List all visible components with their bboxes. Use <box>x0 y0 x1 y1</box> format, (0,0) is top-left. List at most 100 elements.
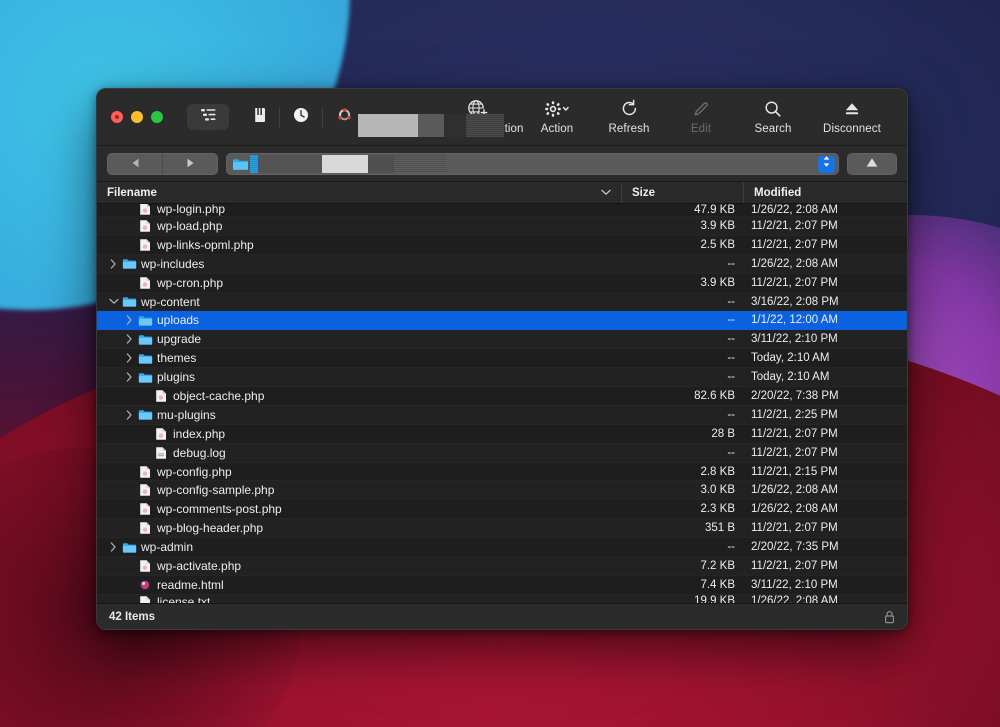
chevron-right-icon[interactable] <box>123 314 136 327</box>
file-name-cell: wp-login.php <box>97 204 621 216</box>
edit-button[interactable]: Edit <box>665 98 737 137</box>
zoom-button[interactable] <box>151 111 163 123</box>
file-name-label: wp-config.php <box>157 464 232 479</box>
chevron-right-icon[interactable] <box>107 257 120 270</box>
table-row[interactable]: object-cache.php 82.6 KB 2/20/22, 7:38 PM <box>97 387 907 406</box>
path-stepper-button[interactable] <box>818 155 835 173</box>
clock-icon <box>293 107 309 128</box>
column-header-filename-label: Filename <box>107 186 157 199</box>
file-name-label: wp-admin <box>141 540 194 555</box>
table-row[interactable]: wp-cron.php 3.9 KB 11/2/21, 2:07 PM <box>97 274 907 293</box>
file-name-label: plugins <box>157 370 196 385</box>
column-header-size-label: Size <box>632 186 656 199</box>
upload-button[interactable] <box>847 152 897 175</box>
disconnect-button[interactable]: Disconnect <box>809 98 895 137</box>
file-modified-cell: 11/2/21, 2:07 PM <box>751 219 838 232</box>
table-row[interactable]: debug.log -- 11/2/21, 2:07 PM <box>97 443 907 463</box>
chevron-down-icon[interactable] <box>107 295 120 308</box>
file-name-cell: plugins <box>97 370 621 384</box>
table-row[interactable]: wp-blog-header.php 351 B 11/2/21, 2:07 PM <box>97 519 907 539</box>
column-header-filename[interactable]: Filename <box>97 182 621 203</box>
file-name-label: wp-cron.php <box>157 275 224 290</box>
folder-icon <box>136 333 154 346</box>
close-button[interactable] <box>111 111 123 123</box>
chevron-right-icon[interactable] <box>123 408 136 421</box>
chevron-right-icon[interactable] <box>123 352 136 365</box>
table-row[interactable]: mu-plugins -- 11/2/21, 2:25 PM <box>97 405 907 425</box>
folder-icon <box>136 314 154 327</box>
triangle-right-icon <box>186 155 195 173</box>
transfers-button[interactable] <box>327 104 361 130</box>
table-row[interactable]: themes -- Today, 2:10 AM <box>97 349 907 369</box>
file-list[interactable]: wp-login.php 47.9 KB 1/26/22, 2:08 AM wp-lo… <box>97 204 907 603</box>
chevron-right-icon[interactable] <box>123 333 136 346</box>
table-row[interactable]: plugins -- Today, 2:10 AM <box>97 368 907 388</box>
forward-button[interactable] <box>163 154 217 174</box>
back-button[interactable] <box>108 154 162 174</box>
table-row[interactable]: wp-comments-post.php 2.3 KB 1/26/22, 2:08 … <box>97 500 907 520</box>
column-header-modified-label: Modified <box>754 186 802 199</box>
file-name-label: wp-includes <box>141 256 205 271</box>
file-icon <box>136 578 154 592</box>
bookmarks-button[interactable] <box>241 104 275 130</box>
pencil-icon <box>692 98 710 120</box>
table-row[interactable]: wp-load.php 3.9 KB 11/2/21, 2:07 PM <box>97 217 907 236</box>
file-name-cell: wp-content <box>97 295 621 309</box>
table-row[interactable]: uploads -- 1/1/22, 12:00 AM <box>97 311 907 331</box>
file-name-label: wp-config-sample.php <box>157 483 275 498</box>
sync-icon <box>336 107 353 128</box>
file-modified-cell: 11/2/21, 2:07 PM <box>751 559 838 572</box>
table-row[interactable]: wp-content -- 3/16/22, 2:08 PM <box>97 292 907 312</box>
file-name-cell: license.txt <box>97 595 621 603</box>
column-header-modified[interactable]: Modified <box>743 182 907 203</box>
table-row[interactable]: upgrade -- 3/11/22, 2:10 PM <box>97 330 907 350</box>
file-name-cell: upgrade <box>97 332 621 346</box>
table-row[interactable]: wp-includes -- 1/26/22, 2:08 AM <box>97 254 907 274</box>
file-name-label: themes <box>157 351 197 366</box>
table-row[interactable]: wp-activate.php 7.2 KB 11/2/21, 2:07 PM <box>97 557 907 576</box>
file-modified-cell: 3/16/22, 2:08 PM <box>751 295 839 308</box>
file-size-cell: 19.9 KB <box>694 594 735 603</box>
file-modified-cell: Today, 2:10 AM <box>751 371 830 384</box>
table-row[interactable]: index.php 28 B 11/2/21, 2:07 PM <box>97 425 907 444</box>
file-name-label: wp-blog-header.php <box>157 521 264 536</box>
action-button[interactable]: Action <box>521 98 593 137</box>
up-down-chevron-icon <box>822 155 831 173</box>
lock-icon[interactable] <box>884 610 895 624</box>
column-header-size[interactable]: Size <box>621 182 743 203</box>
table-row[interactable]: license.txt 19.9 KB 1/26/22, 2:08 AM <box>97 594 907 603</box>
file-size-cell: -- <box>727 371 735 384</box>
status-bar: 42 Items <box>97 603 907 629</box>
toolbar-left-group <box>187 104 361 130</box>
table-row[interactable]: readme.html 7.4 KB 3/11/22, 2:10 PM <box>97 576 907 595</box>
table-row[interactable]: wp-login.php 47.9 KB 1/26/22, 2:08 AM <box>97 204 907 217</box>
file-icon <box>136 502 154 516</box>
file-name-label: upgrade <box>157 332 202 347</box>
folder-icon <box>136 371 154 384</box>
search-button[interactable]: Search <box>737 98 809 137</box>
table-row[interactable]: wp-config.php 2.8 KB 11/2/21, 2:15 PM <box>97 463 907 482</box>
table-row[interactable]: wp-config-sample.php 3.0 KB 1/26/22, 2:08 … <box>97 481 907 501</box>
file-name-label: wp-activate.php <box>157 558 242 573</box>
refresh-button[interactable]: Refresh <box>593 98 665 137</box>
file-modified-cell: 11/2/21, 2:07 PM <box>751 446 838 459</box>
file-name-cell: wp-config-sample.php <box>97 483 621 497</box>
file-name-cell: wp-load.php <box>97 219 621 233</box>
disconnect-label: Disconnect <box>823 122 881 135</box>
file-name-label: wp-comments-post.php <box>157 502 282 517</box>
file-icon <box>152 446 170 460</box>
chevron-right-icon[interactable] <box>123 371 136 384</box>
table-row[interactable]: wp-links-opml.php 2.5 KB 11/2/21, 2:07 PM <box>97 236 907 255</box>
file-name-cell: wp-admin <box>97 540 621 554</box>
file-name-cell: wp-blog-header.php <box>97 521 621 535</box>
triangle-left-icon <box>131 155 140 173</box>
table-row[interactable]: wp-admin -- 2/20/22, 7:35 PM <box>97 538 907 558</box>
window-titlebar: Open Connection <box>97 89 907 146</box>
minimize-button[interactable] <box>131 111 143 123</box>
file-name-label: wp-content <box>141 294 200 309</box>
browser-view-toggle[interactable] <box>187 104 229 130</box>
chevron-right-icon[interactable] <box>107 541 120 554</box>
history-button[interactable] <box>284 104 318 130</box>
path-breadcrumb-bar[interactable] <box>226 152 839 175</box>
file-modified-cell: 11/2/21, 2:07 PM <box>751 238 838 251</box>
